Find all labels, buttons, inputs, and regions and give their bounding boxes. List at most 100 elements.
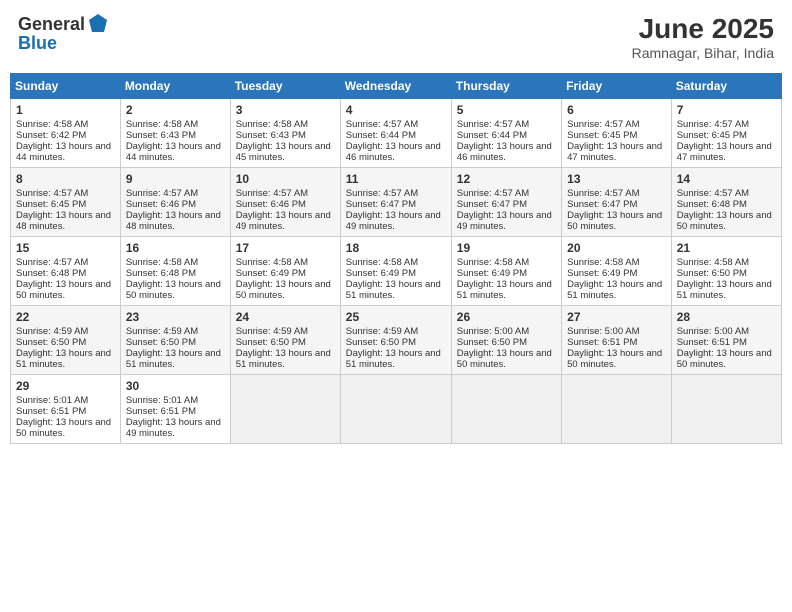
daylight-label: Daylight: 13 hours and 50 minutes. bbox=[567, 210, 662, 232]
sunrise-label: Sunrise: 4:57 AM bbox=[457, 119, 529, 130]
sunrise-label: Sunrise: 5:00 AM bbox=[677, 326, 749, 337]
daylight-label: Daylight: 13 hours and 50 minutes. bbox=[16, 279, 111, 301]
calendar-day-cell: 15 Sunrise: 4:57 AM Sunset: 6:48 PM Dayl… bbox=[11, 236, 121, 305]
col-thursday: Thursday bbox=[451, 73, 561, 98]
daylight-label: Daylight: 13 hours and 50 minutes. bbox=[677, 348, 772, 370]
calendar-day-cell: 17 Sunrise: 4:58 AM Sunset: 6:49 PM Dayl… bbox=[230, 236, 340, 305]
daylight-label: Daylight: 13 hours and 49 minutes. bbox=[346, 210, 441, 232]
day-number: 26 bbox=[457, 310, 556, 324]
sunrise-label: Sunrise: 5:00 AM bbox=[457, 326, 529, 337]
day-number: 13 bbox=[567, 172, 666, 186]
sunset-label: Sunset: 6:51 PM bbox=[16, 406, 86, 417]
calendar-week-row: 29 Sunrise: 5:01 AM Sunset: 6:51 PM Dayl… bbox=[11, 374, 782, 443]
daylight-label: Daylight: 13 hours and 51 minutes. bbox=[126, 348, 221, 370]
sunset-label: Sunset: 6:45 PM bbox=[677, 130, 747, 141]
day-number: 25 bbox=[346, 310, 446, 324]
sunrise-label: Sunrise: 4:59 AM bbox=[126, 326, 198, 337]
calendar-day-cell: 3 Sunrise: 4:58 AM Sunset: 6:43 PM Dayli… bbox=[230, 98, 340, 167]
calendar-day-cell: 27 Sunrise: 5:00 AM Sunset: 6:51 PM Dayl… bbox=[562, 305, 672, 374]
day-number: 5 bbox=[457, 103, 556, 117]
sunrise-label: Sunrise: 4:58 AM bbox=[567, 257, 639, 268]
day-number: 29 bbox=[16, 379, 115, 393]
calendar-day-cell: 29 Sunrise: 5:01 AM Sunset: 6:51 PM Dayl… bbox=[11, 374, 121, 443]
sunrise-label: Sunrise: 4:58 AM bbox=[126, 119, 198, 130]
sunrise-label: Sunrise: 4:58 AM bbox=[346, 257, 418, 268]
daylight-label: Daylight: 13 hours and 44 minutes. bbox=[16, 141, 111, 163]
calendar-day-cell: 20 Sunrise: 4:58 AM Sunset: 6:49 PM Dayl… bbox=[562, 236, 672, 305]
day-number: 17 bbox=[236, 241, 335, 255]
page-header: General Blue June 2025 Ramnagar, Bihar, … bbox=[10, 10, 782, 65]
sunset-label: Sunset: 6:50 PM bbox=[126, 337, 196, 348]
calendar-day-cell: 24 Sunrise: 4:59 AM Sunset: 6:50 PM Dayl… bbox=[230, 305, 340, 374]
day-number: 15 bbox=[16, 241, 115, 255]
day-number: 9 bbox=[126, 172, 225, 186]
daylight-label: Daylight: 13 hours and 46 minutes. bbox=[457, 141, 552, 163]
calendar-day-cell: 30 Sunrise: 5:01 AM Sunset: 6:51 PM Dayl… bbox=[120, 374, 230, 443]
sunrise-label: Sunrise: 4:58 AM bbox=[677, 257, 749, 268]
calendar-day-cell: 14 Sunrise: 4:57 AM Sunset: 6:48 PM Dayl… bbox=[671, 167, 781, 236]
daylight-label: Daylight: 13 hours and 47 minutes. bbox=[567, 141, 662, 163]
sunrise-label: Sunrise: 4:58 AM bbox=[126, 257, 198, 268]
calendar-day-cell: 12 Sunrise: 4:57 AM Sunset: 6:47 PM Dayl… bbox=[451, 167, 561, 236]
sunrise-label: Sunrise: 4:58 AM bbox=[16, 119, 88, 130]
daylight-label: Daylight: 13 hours and 51 minutes. bbox=[346, 348, 441, 370]
daylight-label: Daylight: 13 hours and 50 minutes. bbox=[457, 348, 552, 370]
daylight-label: Daylight: 13 hours and 45 minutes. bbox=[236, 141, 331, 163]
daylight-label: Daylight: 13 hours and 51 minutes. bbox=[457, 279, 552, 301]
sunset-label: Sunset: 6:47 PM bbox=[567, 199, 637, 210]
calendar-day-cell bbox=[230, 374, 340, 443]
sunrise-label: Sunrise: 5:01 AM bbox=[126, 395, 198, 406]
calendar-day-cell: 23 Sunrise: 4:59 AM Sunset: 6:50 PM Dayl… bbox=[120, 305, 230, 374]
sunset-label: Sunset: 6:50 PM bbox=[346, 337, 416, 348]
calendar-day-cell: 28 Sunrise: 5:00 AM Sunset: 6:51 PM Dayl… bbox=[671, 305, 781, 374]
sunset-label: Sunset: 6:45 PM bbox=[16, 199, 86, 210]
day-number: 18 bbox=[346, 241, 446, 255]
sunrise-label: Sunrise: 4:57 AM bbox=[567, 119, 639, 130]
sunset-label: Sunset: 6:45 PM bbox=[567, 130, 637, 141]
calendar-day-cell bbox=[340, 374, 451, 443]
sunrise-label: Sunrise: 4:57 AM bbox=[457, 188, 529, 199]
sunrise-label: Sunrise: 4:59 AM bbox=[346, 326, 418, 337]
day-number: 30 bbox=[126, 379, 225, 393]
sunrise-label: Sunrise: 4:57 AM bbox=[567, 188, 639, 199]
sunset-label: Sunset: 6:49 PM bbox=[236, 268, 306, 279]
sunset-label: Sunset: 6:49 PM bbox=[457, 268, 527, 279]
day-number: 24 bbox=[236, 310, 335, 324]
calendar-day-cell: 2 Sunrise: 4:58 AM Sunset: 6:43 PM Dayli… bbox=[120, 98, 230, 167]
calendar-day-cell bbox=[451, 374, 561, 443]
daylight-label: Daylight: 13 hours and 50 minutes. bbox=[677, 210, 772, 232]
sunrise-label: Sunrise: 4:57 AM bbox=[236, 188, 308, 199]
sunset-label: Sunset: 6:43 PM bbox=[236, 130, 306, 141]
sunset-label: Sunset: 6:47 PM bbox=[457, 199, 527, 210]
day-number: 8 bbox=[16, 172, 115, 186]
day-number: 1 bbox=[16, 103, 115, 117]
calendar-day-cell: 9 Sunrise: 4:57 AM Sunset: 6:46 PM Dayli… bbox=[120, 167, 230, 236]
daylight-label: Daylight: 13 hours and 47 minutes. bbox=[677, 141, 772, 163]
sunrise-label: Sunrise: 4:57 AM bbox=[346, 188, 418, 199]
calendar-day-cell: 22 Sunrise: 4:59 AM Sunset: 6:50 PM Dayl… bbox=[11, 305, 121, 374]
day-number: 23 bbox=[126, 310, 225, 324]
sunset-label: Sunset: 6:47 PM bbox=[346, 199, 416, 210]
logo-blue-text: Blue bbox=[18, 34, 57, 52]
daylight-label: Daylight: 13 hours and 48 minutes. bbox=[16, 210, 111, 232]
daylight-label: Daylight: 13 hours and 49 minutes. bbox=[457, 210, 552, 232]
day-number: 2 bbox=[126, 103, 225, 117]
sunset-label: Sunset: 6:46 PM bbox=[236, 199, 306, 210]
day-number: 4 bbox=[346, 103, 446, 117]
daylight-label: Daylight: 13 hours and 44 minutes. bbox=[126, 141, 221, 163]
sunset-label: Sunset: 6:44 PM bbox=[457, 130, 527, 141]
sunset-label: Sunset: 6:46 PM bbox=[126, 199, 196, 210]
daylight-label: Daylight: 13 hours and 51 minutes. bbox=[346, 279, 441, 301]
daylight-label: Daylight: 13 hours and 49 minutes. bbox=[236, 210, 331, 232]
calendar-day-cell: 5 Sunrise: 4:57 AM Sunset: 6:44 PM Dayli… bbox=[451, 98, 561, 167]
sunset-label: Sunset: 6:42 PM bbox=[16, 130, 86, 141]
sunrise-label: Sunrise: 4:57 AM bbox=[677, 188, 749, 199]
daylight-label: Daylight: 13 hours and 51 minutes. bbox=[567, 279, 662, 301]
day-number: 11 bbox=[346, 172, 446, 186]
day-number: 12 bbox=[457, 172, 556, 186]
calendar-day-cell bbox=[562, 374, 672, 443]
daylight-label: Daylight: 13 hours and 50 minutes. bbox=[236, 279, 331, 301]
calendar-day-cell: 1 Sunrise: 4:58 AM Sunset: 6:42 PM Dayli… bbox=[11, 98, 121, 167]
daylight-label: Daylight: 13 hours and 49 minutes. bbox=[126, 417, 221, 439]
daylight-label: Daylight: 13 hours and 51 minutes. bbox=[16, 348, 111, 370]
